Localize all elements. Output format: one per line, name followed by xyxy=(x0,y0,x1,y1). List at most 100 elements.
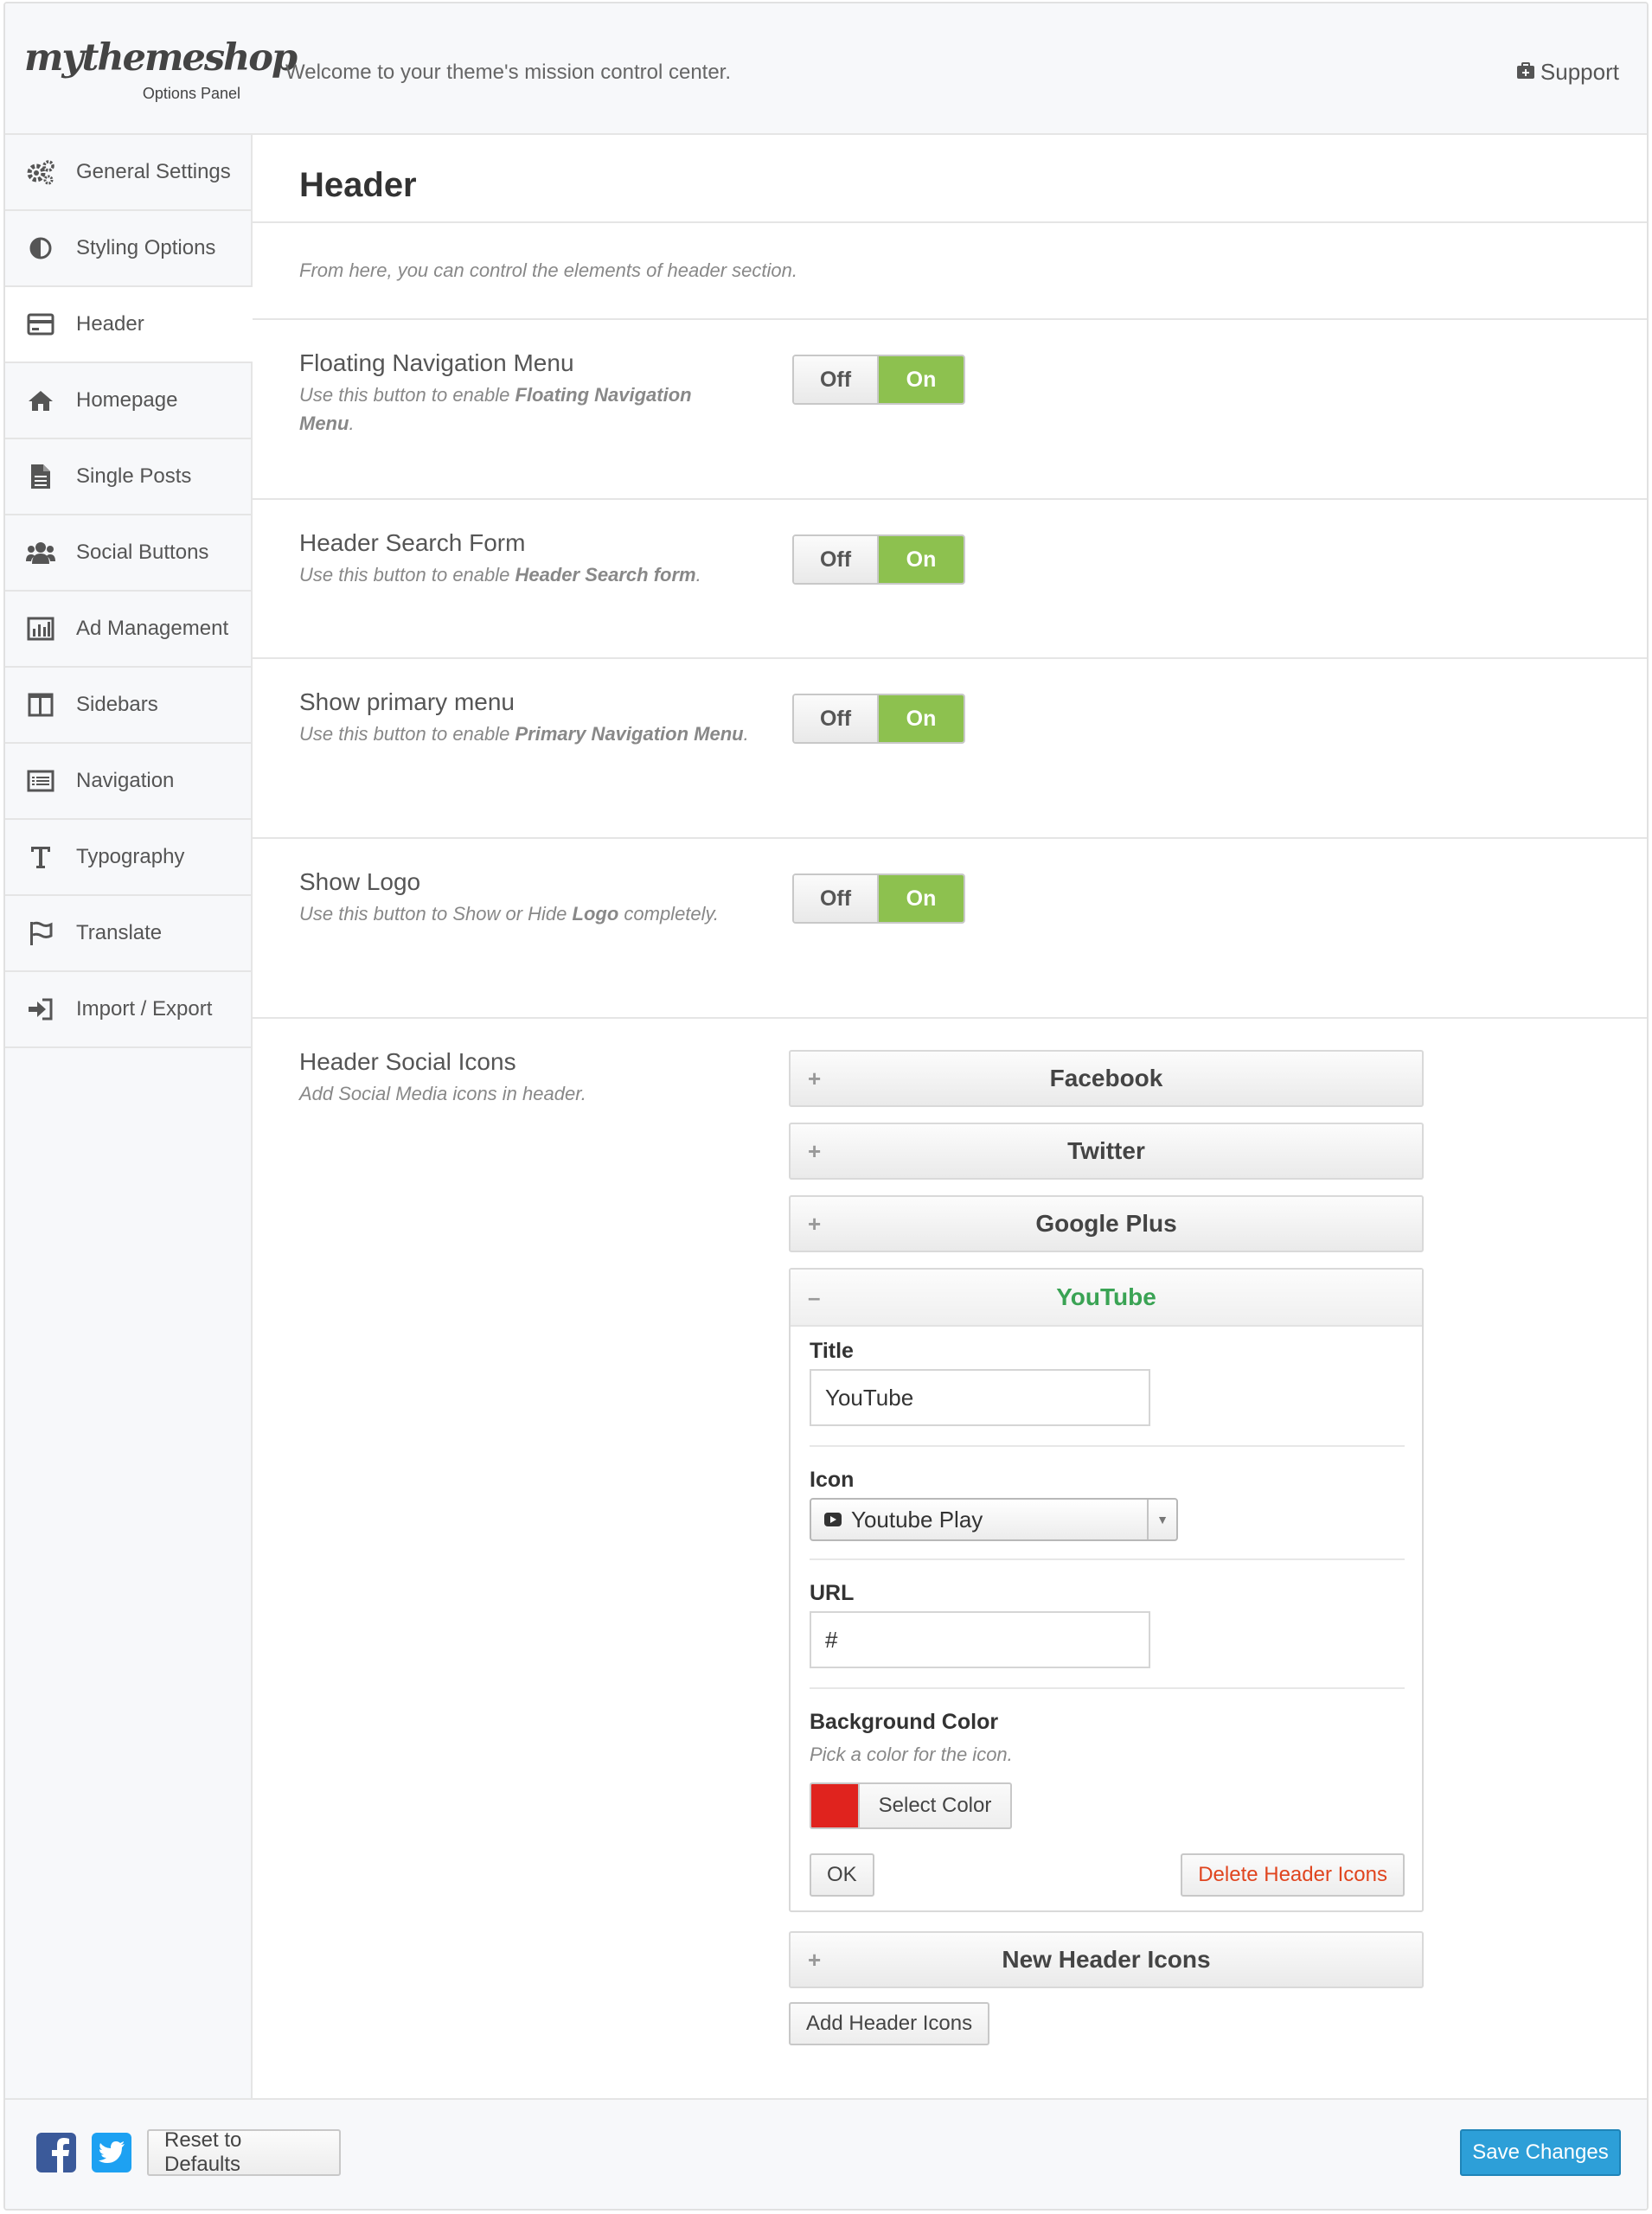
toggle-off[interactable]: Off xyxy=(794,695,879,742)
facebook-icon[interactable] xyxy=(36,2133,76,2172)
sidebar-item-label: Translate xyxy=(76,921,163,944)
page-title: Header xyxy=(253,135,1647,223)
sidebar-item-label: Styling Options xyxy=(76,236,216,259)
ok-button[interactable]: OK xyxy=(810,1853,874,1897)
toggle-on[interactable]: On xyxy=(879,875,964,922)
option-floating-navigation: Floating Navigation Menu Use this button… xyxy=(253,320,1647,500)
sidebar-item-translate[interactable]: Translate xyxy=(5,896,251,972)
list-icon xyxy=(26,767,55,795)
option-description: Use this button to enable Header Search … xyxy=(299,564,701,585)
option-description: Use this button to enable Primary Naviga… xyxy=(299,723,749,745)
background-color-label: Background Color xyxy=(810,1710,999,1734)
sidebar-item-single-posts[interactable]: Single Posts xyxy=(5,439,251,515)
bar-chart-icon xyxy=(26,615,55,643)
sidebar-item-label: Import / Export xyxy=(76,997,213,1021)
option-title: Show primary menu xyxy=(299,688,515,715)
toggle-on[interactable]: On xyxy=(879,356,964,403)
accordion-title: Google Plus xyxy=(1035,1210,1177,1237)
option-show-primary-menu: Show primary menu Use this button to ena… xyxy=(253,659,1647,839)
sidebar-item-styling-options[interactable]: Styling Options xyxy=(5,211,251,287)
toggle-off[interactable]: Off xyxy=(794,536,879,583)
icon-field-group: Icon Youtube Play ▼ xyxy=(810,1468,1405,1560)
text-icon xyxy=(26,843,55,871)
sidebar-item-typography[interactable]: Typography xyxy=(5,820,251,896)
support-label: Support xyxy=(1540,59,1619,85)
toggle-switch[interactable]: Off On xyxy=(792,355,965,405)
file-icon xyxy=(26,463,55,490)
accordion-item-new-header-icons[interactable]: + New Header Icons xyxy=(789,1931,1424,1988)
accordion-item-google-plus[interactable]: + Google Plus xyxy=(789,1195,1424,1252)
sidebar-item-navigation[interactable]: Navigation xyxy=(5,744,251,820)
columns-icon xyxy=(26,691,55,719)
save-changes-button[interactable]: Save Changes xyxy=(1460,2129,1621,2176)
option-description: Use this button to Show or Hide Logo com… xyxy=(299,903,720,925)
sidebar-item-social-buttons[interactable]: Social Buttons xyxy=(5,515,251,592)
title-label: Title xyxy=(810,1339,854,1363)
footer: Reset to Defaults Save Changes xyxy=(5,2098,1647,2209)
toggle-switch[interactable]: Off On xyxy=(792,873,965,924)
support-link[interactable]: Support xyxy=(1516,59,1619,86)
users-icon xyxy=(26,539,55,566)
accordion-title: Facebook xyxy=(1049,1065,1163,1091)
toggle-off[interactable]: Off xyxy=(794,875,879,922)
url-label: URL xyxy=(810,1581,855,1605)
credit-card-icon xyxy=(26,310,55,338)
option-label: Show primary menu Use this button to ena… xyxy=(299,688,749,748)
icon-select[interactable]: Youtube Play ▼ xyxy=(810,1498,1178,1541)
collapse-icon: – xyxy=(808,1283,821,1310)
sidebar-item-homepage[interactable]: Homepage xyxy=(5,363,251,439)
select-color-button[interactable]: Select Color xyxy=(810,1782,1012,1829)
sidebar-item-sidebars[interactable]: Sidebars xyxy=(5,668,251,744)
toggle-on[interactable]: On xyxy=(879,695,964,742)
expand-icon: + xyxy=(808,1946,822,1973)
add-header-icons-button[interactable]: Add Header Icons xyxy=(789,2002,990,2045)
sidebar-item-ad-management[interactable]: Ad Management xyxy=(5,592,251,668)
options-panel: mythemeshop Options Panel Welcome to you… xyxy=(3,2,1649,2211)
expand-icon: + xyxy=(808,1137,822,1164)
twitter-icon[interactable] xyxy=(92,2133,131,2172)
reset-to-defaults-button[interactable]: Reset to Defaults xyxy=(147,2128,341,2176)
sidebar-item-label: General Settings xyxy=(76,160,231,183)
option-header-search-form: Header Search Form Use this button to en… xyxy=(253,500,1647,659)
main-content: Header From here, you can control the el… xyxy=(253,135,1647,2102)
background-color-hint: Pick a color for the icon. xyxy=(810,1744,1013,1765)
sidebar-item-import-export[interactable]: Import / Export xyxy=(5,972,251,1048)
option-description: Add Social Media icons in header. xyxy=(299,1083,586,1104)
accordion-body: Title YouTube Icon Youtube Play ▼ URL # … xyxy=(791,1327,1422,1910)
sidebar-item-label: Homepage xyxy=(76,388,178,412)
sign-in-icon xyxy=(26,995,55,1023)
flag-icon xyxy=(26,919,55,947)
title-input[interactable]: YouTube xyxy=(810,1369,1150,1426)
expand-icon: + xyxy=(808,1065,822,1091)
accordion-item-twitter[interactable]: + Twitter xyxy=(789,1123,1424,1180)
contrast-icon xyxy=(26,234,55,262)
toggle-off[interactable]: Off xyxy=(794,356,879,403)
option-title: Show Logo xyxy=(299,868,421,895)
toggle-on[interactable]: On xyxy=(879,536,964,583)
medkit-icon xyxy=(1516,59,1535,86)
toggle-switch[interactable]: Off On xyxy=(792,534,965,585)
option-label: Show Logo Use this button to Show or Hid… xyxy=(299,868,749,928)
toggle-switch[interactable]: Off On xyxy=(792,694,965,744)
url-input[interactable]: # xyxy=(810,1611,1150,1668)
gears-icon xyxy=(26,158,55,186)
sidebar-item-label: Social Buttons xyxy=(76,541,209,564)
sidebar-item-label: Typography xyxy=(76,845,185,868)
sidebar: General Settings Styling Options Header … xyxy=(5,135,253,2102)
accordion-item-facebook[interactable]: + Facebook xyxy=(789,1050,1424,1107)
expand-icon: + xyxy=(808,1210,822,1237)
option-description: Use this button to enable Floating Navig… xyxy=(299,384,692,434)
accordion-header-youtube[interactable]: – YouTube xyxy=(791,1270,1422,1327)
option-label: Header Search Form Use this button to en… xyxy=(299,529,749,589)
sidebar-item-general-settings[interactable]: General Settings xyxy=(5,135,251,211)
youtube-play-icon xyxy=(823,1512,842,1527)
dropdown-arrow-icon[interactable]: ▼ xyxy=(1147,1500,1176,1539)
sidebar-item-label: Sidebars xyxy=(76,693,158,716)
sidebar-item-label: Navigation xyxy=(76,769,175,792)
delete-header-icons-button[interactable]: Delete Header Icons xyxy=(1181,1853,1405,1897)
logo-text: mythemeshop xyxy=(24,36,298,80)
select-color-label: Select Color xyxy=(878,1794,992,1817)
sidebar-item-header[interactable]: Header xyxy=(5,287,253,363)
sidebar-item-label: Single Posts xyxy=(76,464,192,488)
accordion-title: YouTube xyxy=(1056,1283,1156,1310)
